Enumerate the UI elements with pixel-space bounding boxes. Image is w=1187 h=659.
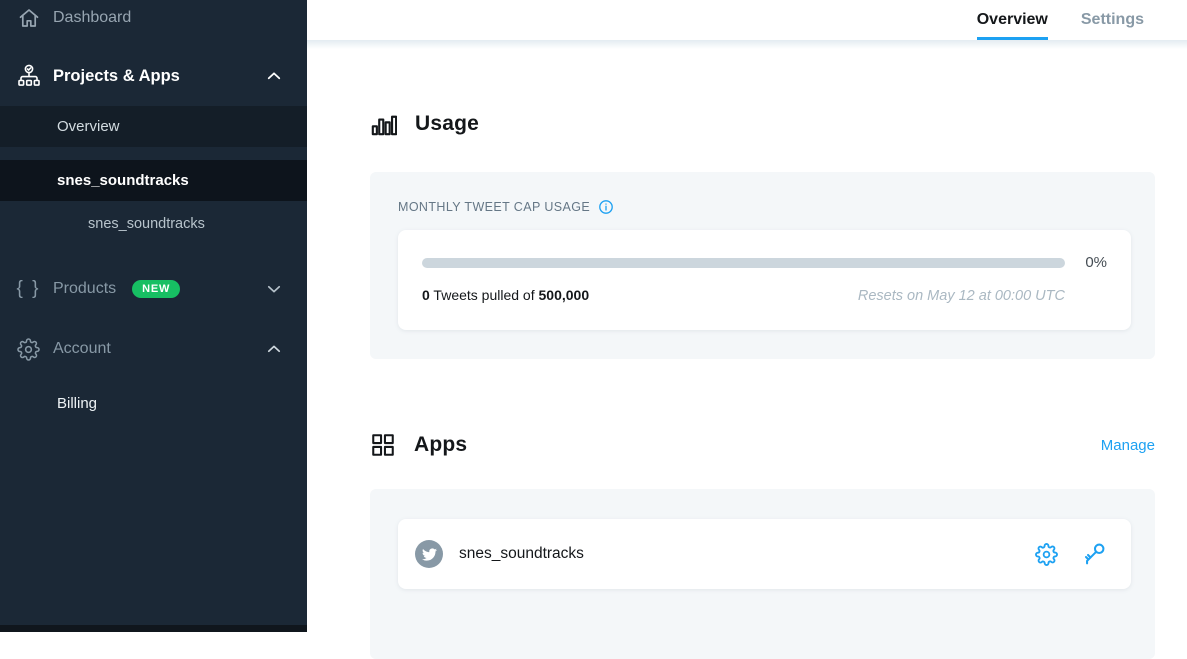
main-area: Overview Settings Usage MONTHLY TWEET CA… bbox=[307, 0, 1187, 632]
sidebar-bottom-strip bbox=[0, 625, 307, 632]
sidebar-item-label: Account bbox=[53, 340, 111, 358]
chevron-up-icon[interactable] bbox=[265, 340, 283, 358]
sidebar-item-label: Overview bbox=[57, 118, 120, 135]
twitter-bird-icon bbox=[422, 547, 437, 562]
apps-section-header: Apps Manage bbox=[370, 432, 1155, 458]
top-tab-bar: Overview Settings bbox=[307, 0, 1187, 40]
sidebar: Dashboard Projects & Apps Overview snes_… bbox=[0, 0, 307, 632]
sidebar-item-label: Products bbox=[53, 280, 116, 298]
sidebar-item-overview[interactable]: Overview bbox=[0, 106, 307, 147]
home-icon bbox=[15, 5, 42, 32]
app-settings-gear-icon[interactable] bbox=[1035, 543, 1058, 566]
sidebar-item-billing[interactable]: Billing bbox=[0, 384, 307, 422]
usage-section-header: Usage bbox=[370, 110, 1155, 137]
tweet-cap-card: MONTHLY TWEET CAP USAGE 0% 0 Tweets p bbox=[370, 172, 1155, 359]
app-keys-key-icon[interactable] bbox=[1081, 541, 1107, 567]
tweet-cap-label: MONTHLY TWEET CAP USAGE bbox=[398, 200, 590, 214]
info-icon[interactable] bbox=[598, 199, 614, 215]
sidebar-item-account[interactable]: Account bbox=[0, 329, 307, 369]
sitemap-icon bbox=[15, 63, 42, 90]
tweet-cap-label-row: MONTHLY TWEET CAP USAGE bbox=[398, 199, 1131, 215]
tweets-pulled-stat: 0 Tweets pulled of 500,000 bbox=[422, 287, 589, 303]
tweets-pulled-text: Tweets pulled of bbox=[430, 287, 539, 303]
sidebar-item-projects-apps[interactable]: Projects & Apps bbox=[0, 55, 307, 97]
new-badge: NEW bbox=[132, 280, 180, 298]
reset-date-note: Resets on May 12 at 00:00 UTC bbox=[858, 288, 1065, 304]
header-shadow bbox=[307, 40, 1187, 49]
usage-section-title: Usage bbox=[415, 112, 479, 136]
sidebar-item-project-snes-soundtracks[interactable]: snes_soundtracks bbox=[0, 160, 307, 201]
apps-card: snes_soundtracks bbox=[370, 489, 1155, 659]
sidebar-item-label: Billing bbox=[57, 395, 97, 412]
apps-section-title: Apps bbox=[414, 433, 467, 457]
page-content: Usage MONTHLY TWEET CAP USAGE 0% bbox=[307, 40, 1187, 659]
tab-label: Overview bbox=[977, 11, 1048, 29]
gear-icon bbox=[15, 336, 42, 363]
sidebar-item-label: Projects & Apps bbox=[53, 67, 180, 86]
progress-stats-row: 0 Tweets pulled of 500,000 Resets on May… bbox=[422, 287, 1107, 304]
sidebar-item-label: Dashboard bbox=[53, 9, 131, 27]
tweets-pulled-count: 0 bbox=[422, 287, 430, 303]
apps-title-group: Apps bbox=[370, 432, 467, 458]
manage-apps-link[interactable]: Manage bbox=[1101, 437, 1155, 454]
sidebar-item-label: snes_soundtracks bbox=[88, 216, 205, 232]
tab-overview[interactable]: Overview bbox=[977, 0, 1048, 40]
progress-bar-track bbox=[422, 258, 1065, 268]
tweet-cap-progress-card: 0% 0 Tweets pulled of 500,000 Resets on … bbox=[398, 230, 1131, 330]
tweet-cap-total: 500,000 bbox=[539, 287, 590, 303]
app-actions bbox=[1035, 541, 1107, 567]
braces-icon: { } bbox=[15, 276, 42, 303]
grid-icon bbox=[370, 432, 396, 458]
sidebar-item-app-snes-soundtracks[interactable]: snes_soundtracks bbox=[0, 206, 307, 242]
bar-chart-icon bbox=[370, 110, 397, 137]
chevron-up-icon[interactable] bbox=[265, 67, 283, 85]
app-avatar bbox=[415, 540, 443, 568]
app-name: snes_soundtracks bbox=[459, 545, 584, 563]
tab-label: Settings bbox=[1081, 11, 1144, 29]
sidebar-item-products[interactable]: { } Products NEW bbox=[0, 269, 307, 309]
progress-row: 0% bbox=[422, 254, 1107, 271]
progress-percent: 0% bbox=[1065, 254, 1107, 271]
tab-settings[interactable]: Settings bbox=[1081, 0, 1144, 40]
sidebar-item-label: snes_soundtracks bbox=[57, 172, 189, 189]
app-row[interactable]: snes_soundtracks bbox=[398, 519, 1131, 589]
chevron-down-icon[interactable] bbox=[265, 280, 283, 298]
sidebar-item-dashboard[interactable]: Dashboard bbox=[0, 0, 307, 36]
